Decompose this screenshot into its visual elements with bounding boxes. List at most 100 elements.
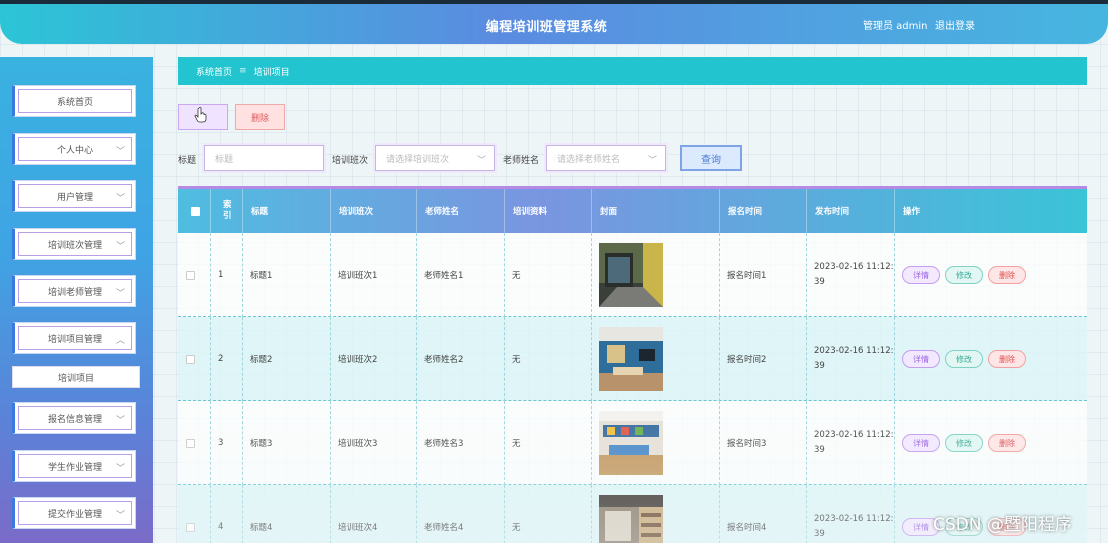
bookshelf-room-icon — [599, 495, 663, 543]
delete-button[interactable]: 删除 — [235, 104, 285, 130]
chevron-down-icon: ﹀ — [115, 194, 125, 204]
app-title: 编程培训班管理系统 — [485, 20, 608, 35]
cell-class: 培训班次4 — [331, 485, 417, 543]
cell-actions: 详情 修改 删除 — [895, 317, 1087, 401]
cell-class: 培训班次1 — [331, 233, 417, 317]
classroom-icon — [599, 411, 663, 475]
row-checkbox[interactable] — [178, 317, 211, 401]
chevron-down-icon: ﹀ — [115, 289, 125, 299]
edit-button[interactable]: 修改 — [945, 434, 983, 452]
col-teacher: 老师姓名 — [417, 189, 505, 233]
search-title-placeholder: 标题 — [215, 154, 234, 165]
cell-class: 培训班次2 — [331, 317, 417, 401]
cell-cover — [592, 317, 720, 401]
col-title: 标题 — [243, 189, 331, 233]
sidebar-item-home[interactable]: 系统首页 — [12, 85, 136, 117]
cell-title: 标题1 — [243, 233, 331, 317]
cell-title: 标题4 — [243, 485, 331, 543]
search-teacher-select[interactable]: 请选择老师姓名 ﹀ — [546, 145, 666, 171]
cell-teacher: 老师姓名2 — [417, 317, 505, 401]
sidebar-item-label: 用户管理 — [56, 192, 93, 203]
cell-index: 3 — [211, 401, 243, 485]
col-class: 培训班次 — [331, 189, 417, 233]
logout-link[interactable]: 退出登录 — [935, 17, 975, 32]
cell-index: 2 — [211, 317, 243, 401]
chevron-down-icon: ﹀ — [115, 511, 125, 521]
breadcrumb-home[interactable]: 系统首页 — [196, 65, 232, 78]
blue-room-icon — [599, 327, 663, 391]
breadcrumb-separator-icon: ≡ — [239, 66, 247, 76]
cell-cover — [592, 233, 720, 317]
cell-class: 培训班次3 — [331, 401, 417, 485]
cell-cover — [592, 401, 720, 485]
breadcrumb: 系统首页 ≡ 培训项目 — [178, 57, 1087, 85]
chevron-down-icon: ﹀ — [115, 464, 125, 474]
sidebar-item-signup[interactable]: 报名信息管理 ﹀ — [12, 402, 136, 434]
col-material: 培训资料 — [505, 189, 592, 233]
top-header: 编程培训班管理系统 管理员 admin 退出登录 — [0, 0, 1108, 44]
sidebar-item-label: 培训班次管理 — [47, 240, 102, 251]
sidebar-item-users[interactable]: 用户管理 ﹀ — [12, 180, 136, 212]
sidebar: 系统首页 个人中心 ﹀ 用户管理 ﹀ 培训班次管理 ﹀ 培训老师管理 ﹀ 培训项目管理 ︿… — [0, 57, 153, 543]
detail-button[interactable]: 详情 — [902, 350, 940, 368]
table-row: 1 标题1 培训班次1 老师姓名1 无 报名时间1 2023-02-16 11:… — [178, 233, 1087, 317]
row-delete-button[interactable]: 删除 — [988, 434, 1026, 452]
detail-button[interactable]: 详情 — [902, 266, 940, 284]
row-checkbox[interactable] — [178, 401, 211, 485]
edit-button[interactable]: 修改 — [945, 266, 983, 284]
row-checkbox[interactable] — [178, 233, 211, 317]
row-delete-button[interactable]: 删除 — [988, 350, 1026, 368]
table-header: 索 引 标题 培训班次 老师姓名 培训资料 封面 报名时间 发布时间 操作 — [178, 186, 1087, 233]
current-user: 管理员 admin — [863, 21, 928, 32]
cell-teacher: 老师姓名3 — [417, 401, 505, 485]
sidebar-item-submit[interactable]: 提交作业管理 ﹀ — [12, 497, 136, 529]
chevron-down-icon: ﹀ — [115, 242, 125, 252]
search-teacher-placeholder: 请选择老师姓名 — [557, 154, 621, 165]
sidebar-item-teacher[interactable]: 培训老师管理 ﹀ — [12, 275, 136, 307]
table-row: 2 标题2 培训班次2 老师姓名2 无 报名时间2 2023-02-16 11:… — [178, 317, 1087, 401]
col-index: 索 引 — [211, 189, 243, 233]
cell-material: 无 — [505, 317, 592, 401]
sidebar-item-label: 个人中心 — [56, 145, 93, 156]
cell-publish-time: 2023-02-16 11:12:39 — [807, 485, 895, 543]
hand-cursor-icon — [194, 107, 207, 123]
search-title-label: 标题 — [178, 156, 197, 166]
sidebar-item-project[interactable]: 培训项目管理 ︿ — [12, 322, 136, 354]
sidebar-subitem-label: 培训项目 — [57, 373, 94, 384]
sidebar-item-label: 培训项目管理 — [47, 334, 102, 345]
row-delete-button[interactable]: 删除 — [988, 266, 1026, 284]
sidebar-item-class[interactable]: 培训班次管理 ﹀ — [12, 228, 136, 260]
row-checkbox[interactable] — [178, 485, 211, 543]
table-row: 3 标题3 培训班次3 老师姓名3 无 报名时间3 2023-02-16 11:… — [178, 401, 1087, 485]
cell-cover — [592, 485, 720, 543]
col-publish-time: 发布时间 — [807, 189, 895, 233]
query-button[interactable]: 查询 — [680, 145, 742, 171]
col-actions: 操作 — [903, 207, 921, 217]
cell-signup-time: 报名时间2 — [720, 317, 807, 401]
col-cover: 封面 — [592, 189, 720, 233]
sidebar-item-label: 提交作业管理 — [47, 509, 102, 520]
cell-signup-time: 报名时间1 — [720, 233, 807, 317]
chevron-down-icon: ﹀ — [115, 416, 125, 426]
cell-material: 无 — [505, 401, 592, 485]
select-all-checkbox[interactable] — [178, 189, 211, 233]
breadcrumb-current: 培训项目 — [253, 67, 290, 78]
cell-title: 标题3 — [243, 401, 331, 485]
edit-button[interactable]: 修改 — [945, 350, 983, 368]
search-title-input[interactable]: 标题 — [204, 145, 324, 171]
sidebar-subitem-project[interactable]: 培训项目 — [12, 366, 140, 388]
sidebar-item-profile[interactable]: 个人中心 ﹀ — [12, 133, 136, 165]
detail-button[interactable]: 详情 — [902, 434, 940, 452]
col-signup-time: 报名时间 — [720, 189, 807, 233]
cell-signup-time: 报名时间3 — [720, 401, 807, 485]
chevron-down-icon: ﹀ — [115, 147, 125, 157]
watermark: CSDN @暨阳程序 — [933, 515, 1072, 535]
cell-publish-time: 2023-02-16 11:12:39 — [807, 233, 895, 317]
search-class-select[interactable]: 请选择培训班次 ﹀ — [375, 145, 495, 171]
cell-material: 无 — [505, 233, 592, 317]
search-teacher-label: 老师姓名 — [503, 156, 540, 166]
sidebar-item-label: 培训老师管理 — [47, 287, 102, 298]
cell-title: 标题2 — [243, 317, 331, 401]
sidebar-item-homework[interactable]: 学生作业管理 ﹀ — [12, 450, 136, 482]
sidebar-item-label: 系统首页 — [56, 97, 93, 108]
